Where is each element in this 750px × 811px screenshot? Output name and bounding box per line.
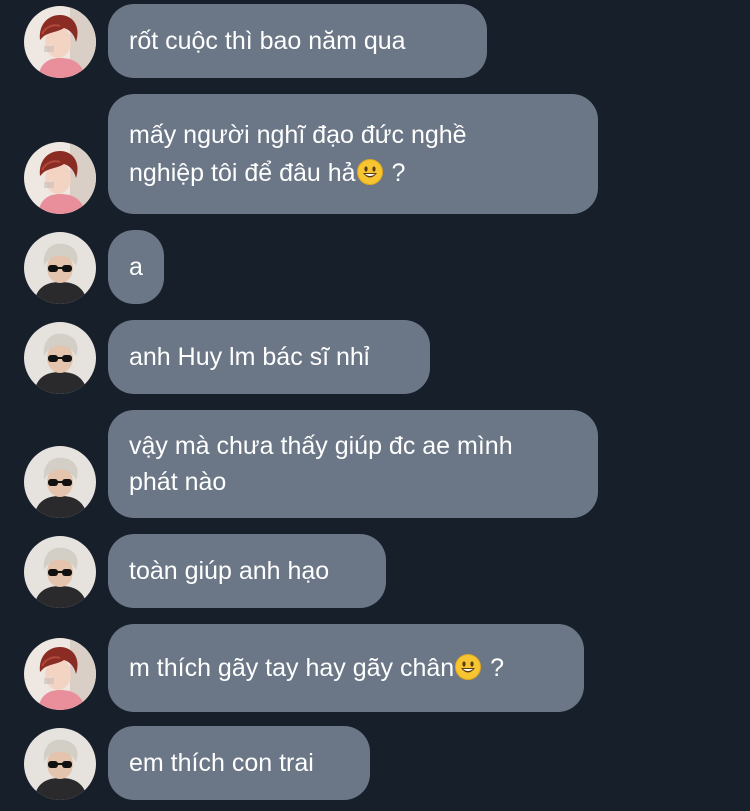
- message-text: em thích con trai: [129, 749, 314, 777]
- smiley-emoji-icon: [455, 654, 482, 680]
- message-suffix: ?: [384, 159, 406, 187]
- message-bubble[interactable]: vậy mà chưa thấy giúp đc ae mình phát nà…: [108, 410, 598, 518]
- red-hair-avatar-icon[interactable]: [24, 638, 96, 710]
- message-text: m thích gãy tay hay gãy chân: [129, 654, 455, 682]
- message-bubble[interactable]: em thích con trai: [108, 726, 370, 800]
- message-text: anh Huy lm bác sĩ nhỉ: [129, 343, 370, 371]
- sunglasses-avatar-icon[interactable]: [24, 322, 96, 394]
- sunglasses-avatar-icon[interactable]: [24, 232, 96, 304]
- smiley-emoji-icon: [356, 159, 383, 185]
- message-text: rốt cuộc thì bao năm qua: [129, 27, 406, 55]
- sunglasses-avatar-icon[interactable]: [24, 536, 96, 608]
- message-text: toàn giúp anh hạo: [129, 557, 330, 585]
- message-suffix: ?: [483, 654, 505, 682]
- message-text: a: [129, 253, 143, 281]
- message-bubble[interactable]: rốt cuộc thì bao năm qua: [108, 4, 487, 78]
- red-hair-avatar-icon[interactable]: [24, 142, 96, 214]
- message-bubble[interactable]: mấy người nghĩ đạo đức nghề nghiệp tôi đ…: [108, 94, 598, 214]
- red-hair-avatar-icon[interactable]: [24, 6, 96, 78]
- message-bubble[interactable]: m thích gãy tay hay gãy chân ?: [108, 624, 584, 712]
- message-bubble[interactable]: anh Huy lm bác sĩ nhỉ: [108, 320, 430, 394]
- message-bubble[interactable]: a: [108, 230, 164, 304]
- message-text: vậy mà chưa thấy giúp đc ae mình phát nà…: [129, 432, 513, 496]
- sunglasses-avatar-icon[interactable]: [24, 446, 96, 518]
- message-bubble[interactable]: toàn giúp anh hạo: [108, 534, 386, 608]
- sunglasses-avatar-icon[interactable]: [24, 728, 96, 800]
- message-text: mấy người nghĩ đạo đức nghề nghiệp tôi đ…: [129, 121, 467, 187]
- chat-thread: rốt cuộc thì bao năm qua mấy người nghĩ …: [0, 0, 750, 811]
